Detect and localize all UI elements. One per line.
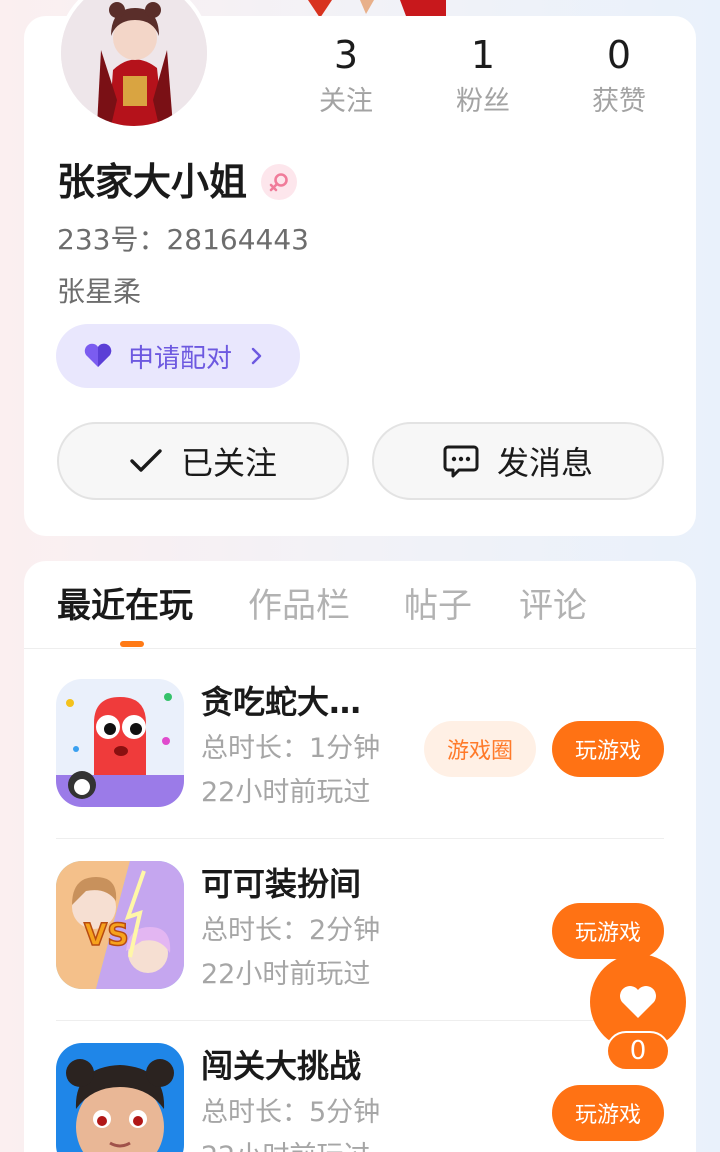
play-game-button[interactable]: 玩游戏 bbox=[552, 1085, 664, 1141]
games-card: 最近在玩 作品栏 帖子 评论 贪吃蛇大… 总时长：1分钟 22小时前玩过 游戏圈… bbox=[24, 561, 696, 1152]
play-game-button[interactable]: 玩游戏 bbox=[552, 721, 664, 777]
tab-posts[interactable]: 帖子 bbox=[404, 583, 472, 629]
fans-label: 粉丝 bbox=[456, 86, 510, 117]
check-icon bbox=[130, 449, 162, 472]
send-message-label: 发消息 bbox=[496, 444, 593, 482]
avatar-image bbox=[61, 0, 207, 126]
like-count-badge: 0 bbox=[606, 1031, 670, 1071]
game-last-played: 22小时前玩过 bbox=[201, 959, 371, 990]
game-duration: 总时长：1分钟 bbox=[201, 733, 381, 764]
play-game-button[interactable]: 玩游戏 bbox=[552, 903, 664, 959]
game-row[interactable]: 贪吃蛇大… 总时长：1分钟 22小时前玩过 游戏圈 玩游戏 bbox=[56, 657, 664, 839]
game-title: 闯关大挑战 bbox=[201, 1047, 362, 1085]
female-icon bbox=[261, 164, 298, 200]
avatar[interactable] bbox=[57, 0, 211, 130]
user-name: 张家大小姐 bbox=[57, 160, 248, 204]
game-row[interactable]: 闯关大挑战 总时长：5分钟 22小时前玩过 玩游戏 bbox=[56, 1021, 664, 1152]
fans-count: 1 bbox=[470, 33, 496, 77]
game-duration: 总时长：2分钟 bbox=[201, 915, 381, 946]
stats-bar: 3 关注 1 粉丝 0 获赞 bbox=[280, 32, 690, 142]
followed-label: 已关注 bbox=[180, 444, 277, 482]
followed-button[interactable]: 已关注 bbox=[57, 422, 349, 500]
name-row: 张家大小姐 bbox=[57, 156, 298, 208]
chat-bubble-icon bbox=[443, 445, 479, 478]
stat-likes[interactable]: 0 获赞 bbox=[559, 32, 679, 122]
game-icon-challenge bbox=[56, 1043, 184, 1152]
apply-pair-label: 申请配对 bbox=[128, 343, 233, 374]
heart-icon bbox=[84, 343, 112, 367]
following-count: 3 bbox=[333, 33, 359, 77]
game-title: 可可装扮间 bbox=[201, 865, 362, 903]
tab-comments[interactable]: 评论 bbox=[519, 583, 587, 629]
send-message-button[interactable]: 发消息 bbox=[372, 422, 664, 500]
stat-fans[interactable]: 1 粉丝 bbox=[423, 32, 543, 122]
game-circle-button[interactable]: 游戏圈 bbox=[424, 721, 536, 777]
game-icon-dressup: VS bbox=[56, 861, 184, 989]
stat-following[interactable]: 3 关注 bbox=[286, 32, 406, 122]
game-duration: 总时长：5分钟 bbox=[201, 1097, 381, 1128]
active-tab-indicator bbox=[120, 641, 144, 647]
game-title: 贪吃蛇大… bbox=[201, 683, 362, 721]
profile-card: 3 关注 1 粉丝 0 获赞 张家大小姐 233号：28164443 张星柔 申… bbox=[24, 0, 696, 536]
chevron-right-icon bbox=[251, 347, 262, 365]
apply-pair-button[interactable]: 申请配对 bbox=[56, 324, 300, 388]
game-last-played: 22小时前玩过 bbox=[201, 777, 371, 808]
following-label: 关注 bbox=[319, 86, 373, 117]
user-real-name: 张星柔 bbox=[57, 275, 142, 308]
likes-count: 0 bbox=[606, 33, 632, 77]
user-id: 233号：28164443 bbox=[57, 223, 309, 256]
tab-recently-played[interactable]: 最近在玩 bbox=[57, 583, 193, 629]
tab-works[interactable]: 作品栏 bbox=[248, 583, 350, 629]
game-icon-snake bbox=[56, 679, 184, 807]
likes-label: 获赞 bbox=[592, 86, 646, 117]
game-row[interactable]: VS 可可装扮间 总时长：2分钟 22小时前玩过 玩游戏 bbox=[56, 839, 664, 1021]
profile-tabs: 最近在玩 作品栏 帖子 评论 bbox=[24, 561, 696, 649]
heart-icon bbox=[620, 986, 656, 1018]
svg-text:VS: VS bbox=[84, 918, 129, 953]
game-last-played: 22小时前玩过 bbox=[201, 1137, 370, 1152]
